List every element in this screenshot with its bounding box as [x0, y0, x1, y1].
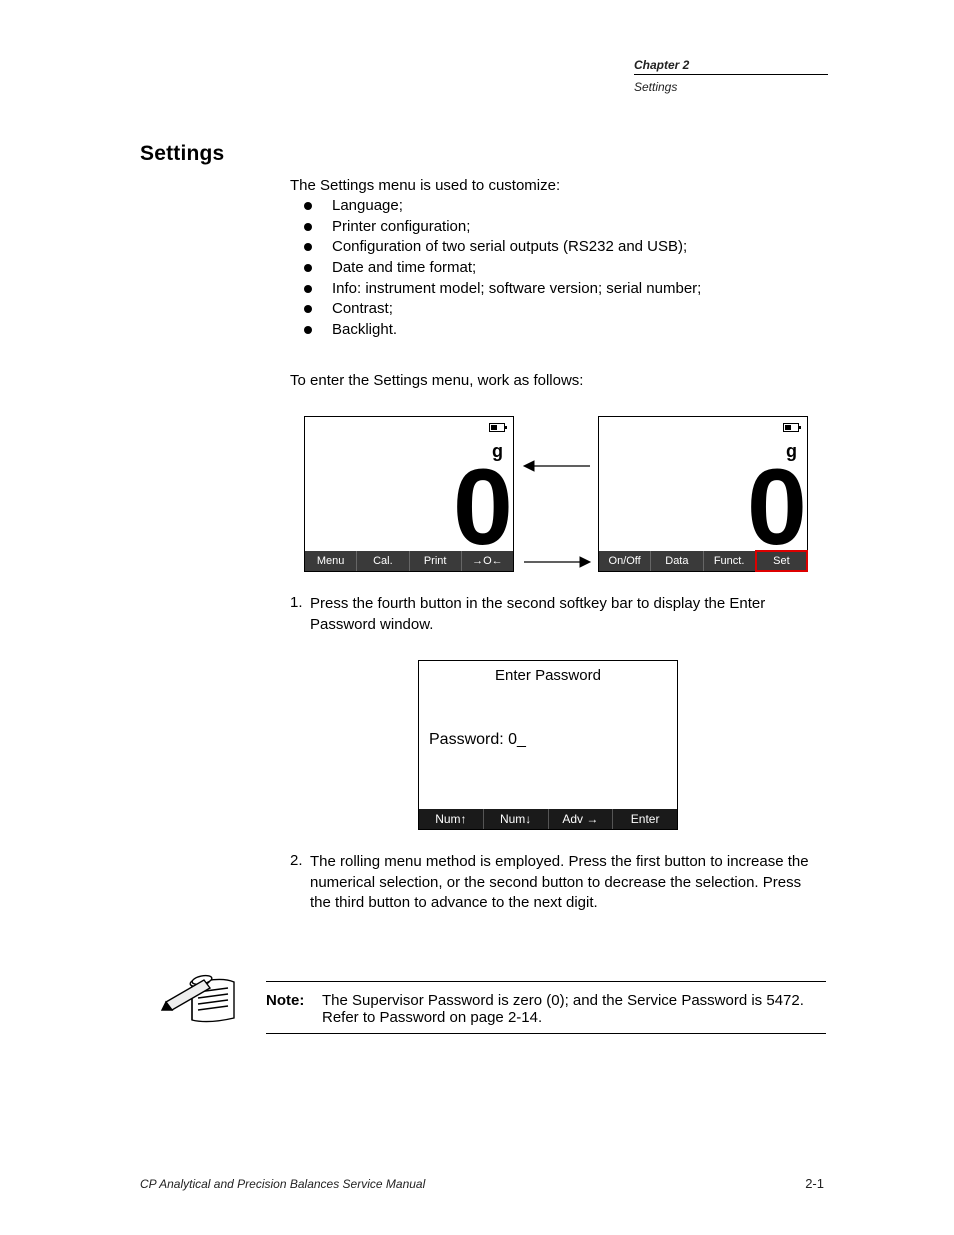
- softkey-bar: On/Off Data Funct. Set: [599, 551, 807, 571]
- bullet-item: Info: instrument model; software version…: [304, 279, 804, 300]
- softkey-bar: Menu Cal. Print →O←: [305, 551, 513, 571]
- softkey-num-down[interactable]: Num↓: [484, 809, 549, 829]
- weight-value: 0: [747, 461, 801, 553]
- settings-bullets: Language; Printer configuration; Configu…: [304, 196, 804, 341]
- footer-title: CP Analytical and Precision Balances Ser…: [140, 1177, 425, 1191]
- note-icon: [160, 968, 244, 1032]
- note-text: The Supervisor Password is zero (0); and…: [322, 992, 822, 1026]
- intro-text: The Settings menu is used to customize:: [290, 176, 810, 197]
- softkey-set[interactable]: Set: [756, 551, 807, 571]
- step-intro: To enter the Settings menu, work as foll…: [290, 372, 810, 389]
- password-label: Password:: [429, 731, 504, 748]
- softkey-enter[interactable]: Enter: [613, 809, 677, 829]
- header-chapter: Chapter 2: [634, 58, 689, 72]
- footer-page: 2-1: [805, 1176, 824, 1191]
- step-number: 2.: [290, 852, 303, 869]
- softkey-onoff[interactable]: On/Off: [599, 551, 651, 571]
- arrow-left-icon: [520, 456, 594, 476]
- step-text: Press the fourth button in the second so…: [310, 594, 810, 635]
- softkey-adv[interactable]: Adv →: [549, 809, 614, 829]
- bullet-item: Configuration of two serial outputs (RS2…: [304, 237, 804, 258]
- arrow-right-icon: [520, 552, 594, 572]
- lcd-screen-password: Enter Password Password: 0_ Num↑ Num↓ Ad…: [418, 660, 678, 830]
- bullet-item: Language;: [304, 196, 804, 217]
- lcd-screen-secondary: g 0 On/Off Data Funct. Set: [598, 416, 808, 572]
- softkey-cal[interactable]: Cal.: [357, 551, 409, 571]
- bullet-item: Contrast;: [304, 299, 804, 320]
- bullet-item: Backlight.: [304, 320, 804, 341]
- softkey-print[interactable]: Print: [410, 551, 462, 571]
- header-rule: [634, 74, 828, 75]
- page-title: Settings: [140, 142, 224, 166]
- softkey-num-up[interactable]: Num↑: [419, 809, 484, 829]
- password-title: Enter Password: [419, 667, 677, 684]
- battery-icon: [489, 423, 505, 432]
- step-number: 1.: [290, 594, 303, 611]
- note-rule: [266, 981, 826, 982]
- bullet-item: Date and time format;: [304, 258, 804, 279]
- bullet-item: Printer configuration;: [304, 217, 804, 238]
- note-rule: [266, 1033, 826, 1034]
- step-text: The rolling menu method is employed. Pre…: [310, 852, 810, 914]
- battery-icon: [783, 423, 799, 432]
- softkey-menu[interactable]: Menu: [305, 551, 357, 571]
- weight-value: 0: [453, 461, 507, 553]
- lcd-screen-main: g 0 Menu Cal. Print →O←: [304, 416, 514, 572]
- password-value: 0_: [508, 731, 526, 748]
- note-label: Note:: [266, 992, 304, 1009]
- softkey-funct[interactable]: Funct.: [704, 551, 756, 571]
- header-section: Settings: [634, 80, 677, 94]
- softkey-zero[interactable]: →O←: [462, 551, 513, 571]
- password-field: Password: 0_: [429, 731, 526, 749]
- softkey-bar: Num↑ Num↓ Adv → Enter: [419, 809, 677, 829]
- softkey-data[interactable]: Data: [651, 551, 703, 571]
